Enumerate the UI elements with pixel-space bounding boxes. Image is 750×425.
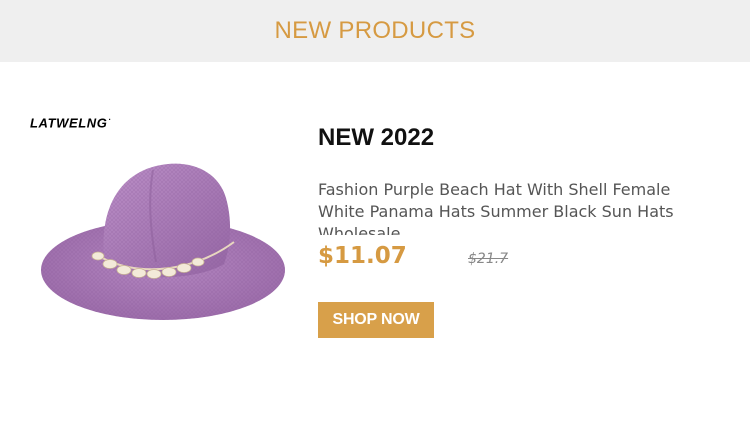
brand-logo: LATWELNG· <box>30 115 112 130</box>
brand-logo-text: LATWELNG <box>30 115 108 131</box>
product-details: NEW 2022 Fashion Purple Beach Hat With S… <box>318 124 718 338</box>
brand-logo-mark: · <box>108 115 112 124</box>
product-page: NEW PRODUCTS LATWELNG· NEW 2022 Fashion … <box>0 0 750 425</box>
section-title: NEW PRODUCTS <box>274 17 476 44</box>
product-description[interactable]: Fashion Purple Beach Hat With Shell Fema… <box>318 179 708 235</box>
shop-now-button[interactable]: SHOP NOW <box>318 302 434 338</box>
product-title[interactable]: NEW 2022 <box>318 124 718 152</box>
current-price: $11.07 <box>318 243 407 269</box>
original-price: $21.7 <box>468 251 509 267</box>
hat-icon <box>41 163 285 320</box>
product-image[interactable]: LATWELNG· <box>30 108 292 338</box>
price-row: $11.07 $21.7 <box>318 243 718 277</box>
section-header: NEW PRODUCTS <box>0 0 750 62</box>
